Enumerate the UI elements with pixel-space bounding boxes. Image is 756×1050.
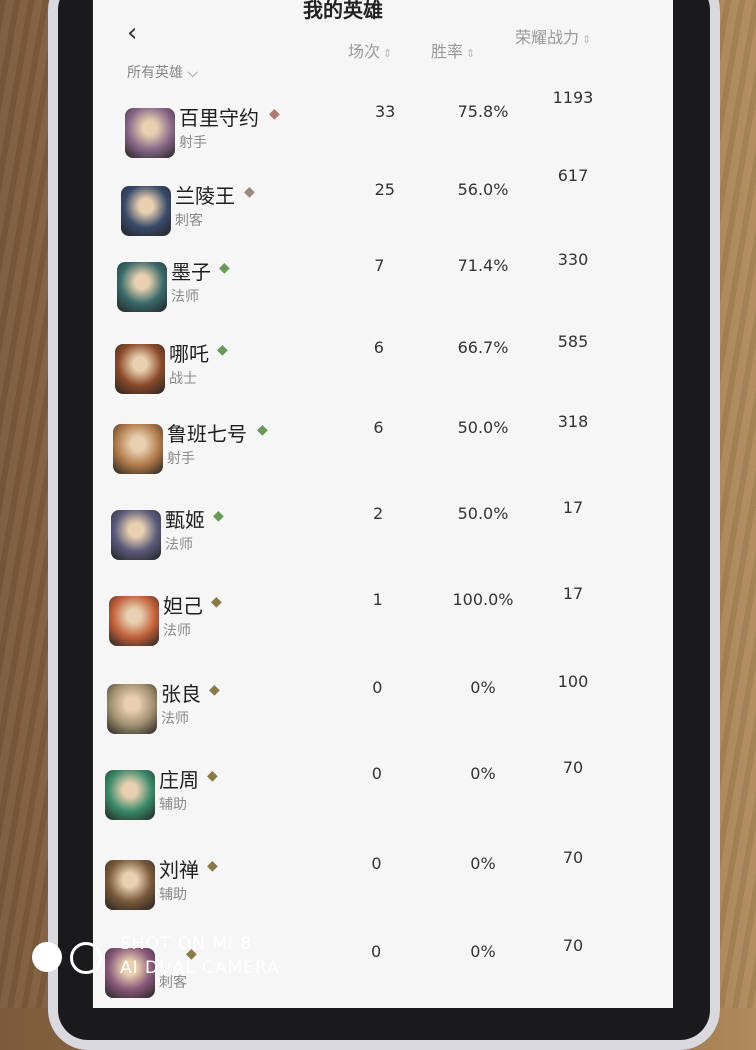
winrate-value: 56.0%	[457, 180, 509, 199]
hero-role: 战士	[169, 371, 197, 387]
watermark-ring-icon	[70, 942, 102, 974]
hero-row[interactable]: 庄周 ◆ 辅助 0 0% 70	[93, 758, 673, 860]
hero-name: 鲁班七号	[167, 422, 247, 446]
hero-name: 百里守约	[179, 106, 259, 130]
hero-role: 辅助	[159, 797, 187, 813]
winrate-value: 75.8%	[457, 102, 509, 121]
app-screen: ‹ 我的英雄 所有英雄 ⌵ 场次 ⇕ 胜率 ⇕ 荣耀战力 ⇕ 百里守约 ◆ 射手 33 75.…	[92, 0, 673, 1008]
column-label: 荣耀战力	[515, 28, 580, 47]
rank-badge-icon: ◆	[209, 682, 220, 698]
rank-badge-icon: ◆	[217, 342, 228, 358]
winrate-value: 71.4%	[457, 256, 509, 275]
column-label: 场次	[348, 42, 381, 61]
power-value: 318	[557, 412, 589, 431]
rank-badge-icon: ◆	[269, 106, 280, 122]
power-value: 100	[557, 672, 589, 691]
hero-role: 刺客	[175, 213, 203, 229]
hero-name: 墨子	[171, 260, 211, 284]
winrate-value: 0%	[470, 942, 496, 961]
power-value: 617	[557, 166, 589, 185]
hero-avatar	[113, 424, 163, 474]
column-header-winrate[interactable]: 胜率 ⇕	[431, 38, 475, 62]
column-header-matches[interactable]: 场次 ⇕	[348, 38, 392, 62]
power-value: 17	[562, 584, 584, 603]
matches-value: 0	[371, 764, 382, 783]
watermark-dot-icon	[32, 942, 62, 972]
matches-value: 1	[372, 590, 383, 609]
sort-icon: ⇕	[466, 47, 476, 60]
hero-avatar	[105, 860, 155, 910]
rank-badge-icon: ◆	[213, 508, 224, 524]
rank-badge-icon: ◆	[244, 184, 255, 200]
hero-avatar	[125, 108, 175, 158]
hero-avatar	[109, 596, 159, 646]
watermark-line2: AI DUAL CAMERA	[120, 958, 280, 978]
hero-name: 张良	[161, 682, 201, 706]
power-value: 70	[562, 936, 584, 955]
hero-role: 法师	[161, 711, 189, 727]
power-value: 330	[557, 250, 589, 269]
hero-avatar	[117, 262, 167, 312]
sort-icon: ⇕	[582, 33, 592, 46]
hero-role: 法师	[163, 623, 191, 639]
hero-name: 庄周	[159, 768, 199, 792]
power-value: 17	[562, 498, 584, 517]
winrate-value: 50.0%	[457, 504, 509, 523]
hero-name: 兰陵王	[175, 184, 235, 208]
matches-value: 25	[374, 180, 395, 199]
column-header-power[interactable]: 荣耀战力 ⇕	[515, 24, 591, 48]
hero-avatar	[107, 684, 157, 734]
matches-value: 6	[373, 338, 384, 357]
winrate-value: 50.0%	[457, 418, 509, 437]
rank-badge-icon: ◆	[219, 260, 230, 276]
hero-name: 哪吒	[169, 342, 209, 366]
hero-avatar	[115, 344, 165, 394]
winrate-value: 0%	[470, 678, 496, 697]
power-value: 70	[562, 848, 584, 867]
matches-value: 7	[374, 256, 385, 275]
filter-label: 所有英雄	[127, 65, 183, 81]
hero-avatar	[111, 510, 161, 560]
sort-icon: ⇕	[383, 47, 393, 60]
hero-role: 射手	[167, 451, 195, 467]
hero-name: 刘禅	[159, 858, 199, 882]
hero-avatar	[121, 186, 171, 236]
hero-role: 辅助	[159, 887, 187, 903]
column-label: 胜率	[431, 42, 464, 61]
chevron-down-icon: ⌵	[187, 65, 199, 81]
power-value: 585	[557, 332, 589, 351]
chevron-left-icon[interactable]: ‹	[127, 18, 137, 48]
matches-value: 6	[373, 418, 384, 437]
winrate-value: 66.7%	[457, 338, 509, 357]
matches-value: 33	[375, 102, 396, 121]
hero-role: 射手	[179, 135, 207, 151]
hero-role: 法师	[165, 537, 193, 553]
hero-name: 甄姬	[165, 508, 205, 532]
matches-value: 0	[371, 854, 382, 873]
hero-name: 妲己	[163, 594, 203, 618]
rank-badge-icon: ◆	[211, 594, 222, 610]
matches-value: 0	[371, 942, 382, 961]
matches-value: 2	[373, 504, 384, 523]
winrate-value: 0%	[470, 854, 496, 873]
hero-role: 法师	[171, 289, 199, 305]
hero-avatar	[105, 770, 155, 820]
winrate-value: 100.0%	[452, 590, 514, 609]
watermark-line1: SHOT ON MI 8	[120, 934, 253, 954]
power-value: 70	[562, 758, 584, 777]
camera-watermark: SHOT ON MI 8 AI DUAL CAMERA	[32, 932, 332, 992]
rank-badge-icon: ◆	[257, 422, 268, 438]
winrate-value: 0%	[470, 764, 496, 783]
power-value: 1193	[552, 88, 594, 107]
rank-badge-icon: ◆	[207, 768, 218, 784]
rank-badge-icon: ◆	[207, 858, 218, 874]
hero-filter-dropdown[interactable]: 所有英雄 ⌵	[127, 62, 198, 82]
matches-value: 0	[372, 678, 383, 697]
page-title: 我的英雄	[303, 0, 383, 22]
